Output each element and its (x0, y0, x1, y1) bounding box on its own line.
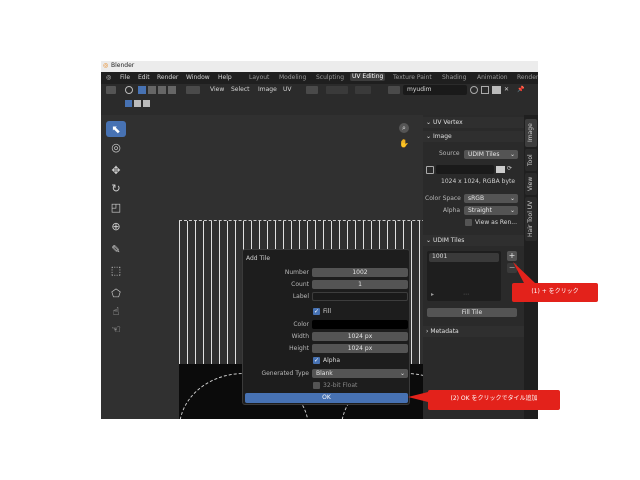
callout-2-arrow (408, 392, 428, 402)
callout-step-1: (1) + をクリック (512, 283, 598, 302)
callout-1-arrow (513, 262, 535, 285)
callout-step-2: (2) OK をクリックでタイル追加 (428, 390, 560, 410)
